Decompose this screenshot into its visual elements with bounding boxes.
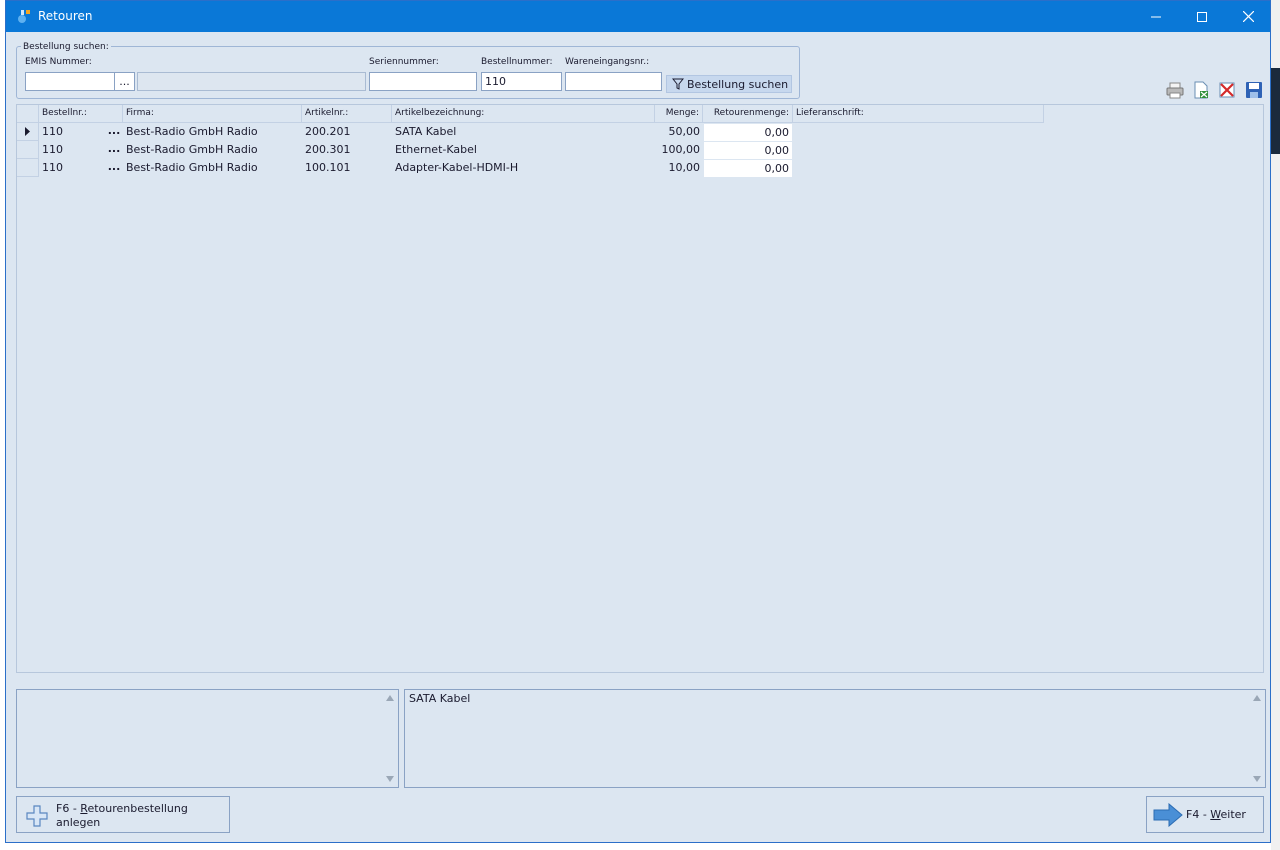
next-button-label: F4 - Weiter	[1186, 808, 1246, 821]
scroll-up-icon[interactable]	[386, 695, 394, 701]
cell-return-qty-input[interactable]: 0,00	[704, 142, 792, 159]
delete-icon[interactable]	[1218, 81, 1236, 99]
left-memo-scrollbar[interactable]	[382, 690, 398, 787]
cell-quantity[interactable]: 10,00	[655, 159, 703, 177]
table-row[interactable]: 110 ... Best-Radio GmbH Radio 200.301 Et…	[17, 141, 1263, 159]
row-indicator	[17, 141, 39, 159]
cell-company[interactable]: Best-Radio GmbH Radio	[123, 159, 302, 177]
table-row[interactable]: 110 ... Best-Radio GmbH Radio 100.101 Ad…	[17, 159, 1263, 177]
cell-article-desc[interactable]: Adapter-Kabel-HDMI-H	[392, 159, 655, 177]
article-description-memo[interactable]: SATA Kabel	[404, 689, 1266, 788]
order-number-input[interactable]	[481, 72, 562, 91]
cell-order-no[interactable]: 110	[39, 159, 105, 177]
description-memo-scrollbar[interactable]	[1249, 690, 1265, 787]
header-delivery-address[interactable]: Lieferanschrift:	[793, 105, 1044, 123]
emis-number-label: EMIS Nummer:	[25, 57, 92, 67]
search-order-button[interactable]: Bestellung suchen	[666, 75, 792, 93]
minimize-icon	[1151, 16, 1161, 17]
header-order-no[interactable]: Bestellnr.:	[39, 105, 123, 123]
header-article-desc[interactable]: Artikelbezeichnung:	[392, 105, 655, 123]
window-title: Retouren	[38, 9, 93, 23]
article-description-text: SATA Kabel	[409, 692, 471, 705]
row-details-button[interactable]: ...	[105, 141, 123, 159]
cell-order-no[interactable]: 110	[39, 123, 105, 141]
table-row[interactable]: 110 ... Best-Radio GmbH Radio 200.201 SA…	[17, 123, 1263, 141]
header-quantity[interactable]: Menge:	[655, 105, 703, 123]
header-indicator	[17, 105, 39, 123]
goods-receipt-input[interactable]	[565, 72, 662, 91]
cell-article-no[interactable]: 200.301	[302, 141, 392, 159]
grid-header: Bestellnr.: Firma: Artikelnr.: Artikelbe…	[17, 105, 1263, 123]
add-cross-icon	[26, 805, 48, 827]
minimize-button[interactable]	[1133, 1, 1179, 32]
excel-export-icon[interactable]	[1192, 81, 1210, 99]
title-bar: Retouren	[6, 1, 1270, 32]
close-icon	[1242, 11, 1254, 22]
next-button[interactable]: F4 - Weiter	[1146, 796, 1264, 833]
row-indicator	[17, 123, 39, 141]
retouren-window: Retouren Bestellung suchen: EMIS Nummer:…	[5, 0, 1271, 843]
scroll-down-icon[interactable]	[386, 776, 394, 782]
row-details-button[interactable]: ...	[105, 123, 123, 141]
row-indicator	[17, 159, 39, 177]
order-number-label: Bestellnummer:	[481, 57, 553, 67]
header-return-qty[interactable]: Retourenmenge:	[703, 105, 793, 123]
cell-delivery-address[interactable]	[793, 123, 1044, 141]
current-row-arrow-icon	[25, 127, 30, 136]
scroll-up-icon[interactable]	[1253, 695, 1261, 701]
emis-lookup-button[interactable]: ...	[115, 72, 135, 91]
cell-company[interactable]: Best-Radio GmbH Radio	[123, 123, 302, 141]
close-button[interactable]	[1225, 1, 1271, 32]
order-items-grid: Bestellnr.: Firma: Artikelnr.: Artikelbe…	[16, 104, 1264, 673]
app-icon	[18, 10, 30, 23]
header-company[interactable]: Firma:	[123, 105, 302, 123]
filter-icon	[672, 78, 684, 90]
maximize-icon	[1197, 11, 1207, 22]
background-app-panel	[1271, 68, 1280, 154]
cell-article-desc[interactable]: SATA Kabel	[392, 123, 655, 141]
cell-delivery-address[interactable]	[793, 159, 1044, 177]
row-details-button[interactable]: ...	[105, 159, 123, 177]
print-icon[interactable]	[1166, 81, 1184, 99]
emis-number-input[interactable]	[25, 72, 115, 91]
cell-return-qty-input[interactable]: 0,00	[704, 124, 792, 141]
serial-number-input[interactable]	[369, 72, 477, 91]
order-search-legend: Bestellung suchen:	[21, 41, 111, 53]
arrow-right-icon	[1153, 803, 1183, 827]
save-icon[interactable]	[1245, 81, 1263, 99]
emis-name-display	[137, 72, 366, 91]
search-order-label: Bestellung suchen	[687, 77, 789, 91]
create-return-order-button[interactable]: F6 - Retourenbestellung anlegen	[16, 796, 230, 833]
maximize-button[interactable]	[1179, 1, 1225, 32]
cell-quantity[interactable]: 50,00	[655, 123, 703, 141]
cell-order-no[interactable]: 110	[39, 141, 105, 159]
cell-article-no[interactable]: 100.101	[302, 159, 392, 177]
header-article-no[interactable]: Artikelnr.:	[302, 105, 392, 123]
cell-article-desc[interactable]: Ethernet-Kabel	[392, 141, 655, 159]
cell-quantity[interactable]: 100,00	[655, 141, 703, 159]
cell-delivery-address[interactable]	[793, 141, 1044, 159]
left-memo-field[interactable]	[16, 689, 399, 788]
cell-article-no[interactable]: 200.201	[302, 123, 392, 141]
scroll-down-icon[interactable]	[1253, 776, 1261, 782]
cell-return-qty-input[interactable]: 0,00	[704, 160, 792, 177]
goods-receipt-label: Wareneingangsnr.:	[565, 57, 650, 67]
cell-company[interactable]: Best-Radio GmbH Radio	[123, 141, 302, 159]
create-return-order-label: F6 - Retourenbestellung anlegen	[56, 802, 188, 829]
serial-number-label: Seriennummer:	[369, 57, 439, 67]
